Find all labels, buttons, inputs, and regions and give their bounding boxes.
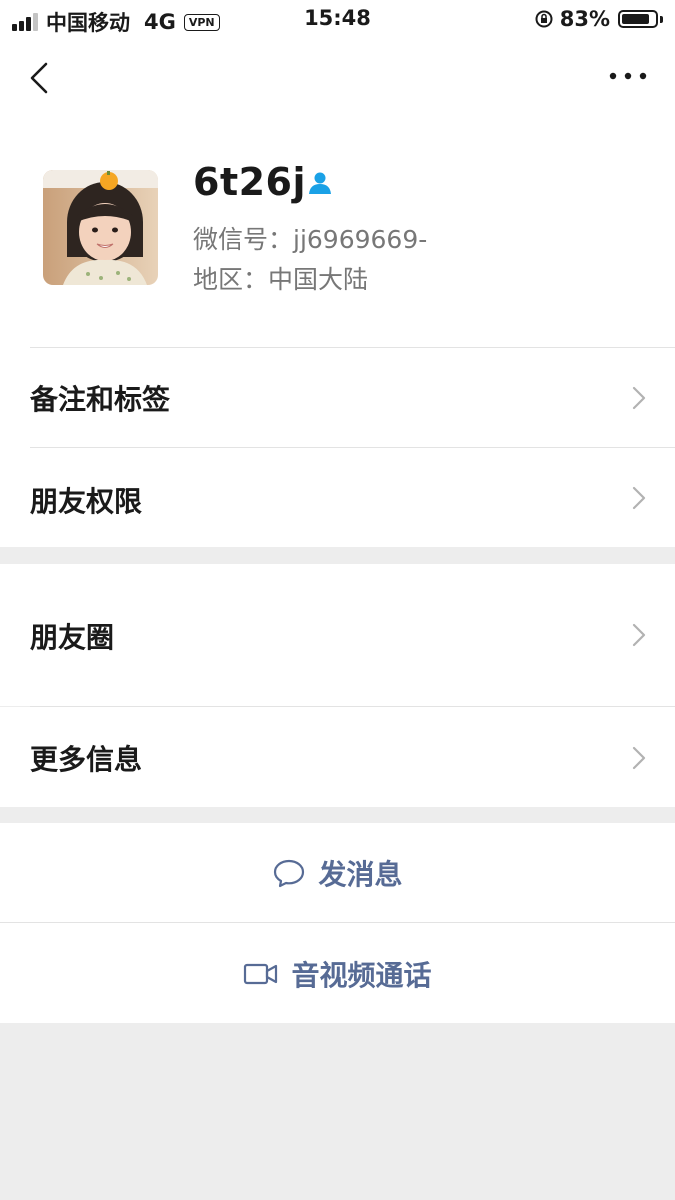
avatar-image (43, 170, 158, 285)
video-camera-icon (244, 963, 278, 985)
more-dots-icon (609, 72, 647, 80)
divider (0, 922, 675, 923)
battery-icon (618, 10, 658, 28)
send-message-label: 发消息 (318, 858, 403, 891)
back-button[interactable] (22, 58, 62, 98)
friend-permissions-label: 朋友权限 (30, 485, 143, 518)
status-bar: 中国移动 4G VPN 15:48 83% (0, 0, 675, 38)
more-button[interactable] (603, 62, 653, 92)
chevron-right-icon (632, 386, 646, 410)
video-call-label: 音视频通话 (291, 959, 432, 992)
battery-fill (622, 14, 649, 24)
region: 地区：中国大陆 (193, 265, 369, 294)
chevron-right-icon (632, 746, 646, 770)
remarks-tags-label: 备注和标签 (30, 383, 171, 416)
profile-header: 6t26j 微信号：jj6969669- 地区：中国大陆 备注和标签 朋友权限 (0, 38, 675, 547)
video-call-button[interactable]: 音视频通话 (0, 923, 675, 1023)
divider (30, 706, 675, 707)
status-right: 83% (534, 7, 663, 31)
wechat-id: 微信号：jj6969669- (193, 225, 428, 254)
battery-percent: 83% (559, 7, 610, 31)
person-icon (309, 172, 331, 194)
send-message-button[interactable]: 发消息 (0, 823, 675, 922)
chevron-right-icon (632, 486, 646, 510)
profile-name: 6t26j (193, 160, 307, 204)
moments-label: 朋友圈 (30, 621, 115, 654)
chevron-right-icon (632, 623, 646, 647)
more-info-row[interactable]: 更多信息 (0, 707, 675, 807)
friend-permissions-row[interactable]: 朋友权限 (0, 448, 675, 547)
back-arrow-icon (30, 62, 48, 94)
rotation-lock-icon (535, 10, 553, 28)
moments-row[interactable]: 朋友圈 (0, 564, 675, 706)
battery-cap (660, 15, 663, 23)
avatar[interactable] (43, 170, 158, 285)
remarks-tags-row[interactable]: 备注和标签 (0, 348, 675, 447)
chat-bubble-icon (274, 859, 305, 888)
more-info-label: 更多信息 (30, 743, 143, 776)
